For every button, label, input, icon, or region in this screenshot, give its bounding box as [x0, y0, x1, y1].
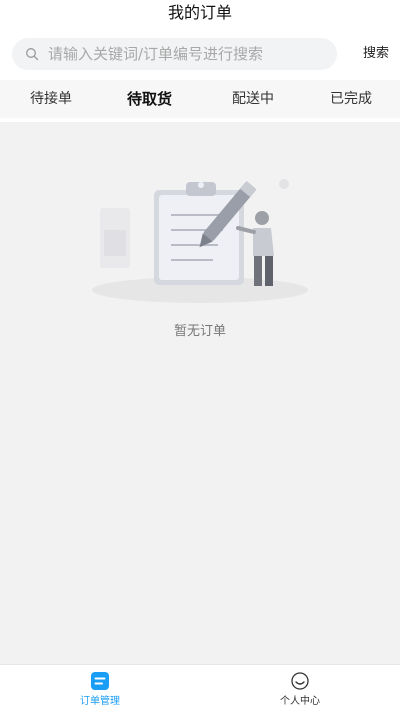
top-bar: 我的订单 请输入关键词/订单编号进行搜索 搜索 待接单 待取货 配送中 已完成	[0, 0, 400, 122]
search-button[interactable]: 搜索	[363, 38, 389, 70]
nav-personal-center[interactable]: 个人中心	[200, 665, 400, 711]
profile-smile-icon	[291, 672, 309, 690]
search-row: 请输入关键词/订单编号进行搜索 搜索	[12, 38, 400, 70]
order-list-area: 暂无订单	[0, 122, 400, 665]
tab-pending-pickup[interactable]: 待取货	[127, 80, 172, 118]
tab-delivering[interactable]: 配送中	[232, 80, 274, 118]
order-status-tabs: 待接单 待取货 配送中 已完成	[0, 80, 400, 118]
tab-pending-accept[interactable]: 待接单	[30, 80, 72, 118]
nav-label: 个人中心	[280, 696, 320, 707]
order-list-icon	[91, 672, 109, 690]
nav-order-management[interactable]: 订单管理	[0, 665, 200, 711]
search-icon	[26, 48, 39, 61]
nav-label: 订单管理	[80, 696, 120, 707]
tab-completed[interactable]: 已完成	[330, 80, 372, 118]
page-title: 我的订单	[167, 3, 232, 22]
search-input[interactable]: 请输入关键词/订单编号进行搜索	[12, 38, 337, 70]
empty-orders-illustration	[92, 179, 308, 303]
search-placeholder: 请输入关键词/订单编号进行搜索	[48, 45, 264, 63]
empty-state-message: 暂无订单	[173, 324, 226, 339]
bottom-navigation: 订单管理 个人中心	[0, 664, 400, 711]
